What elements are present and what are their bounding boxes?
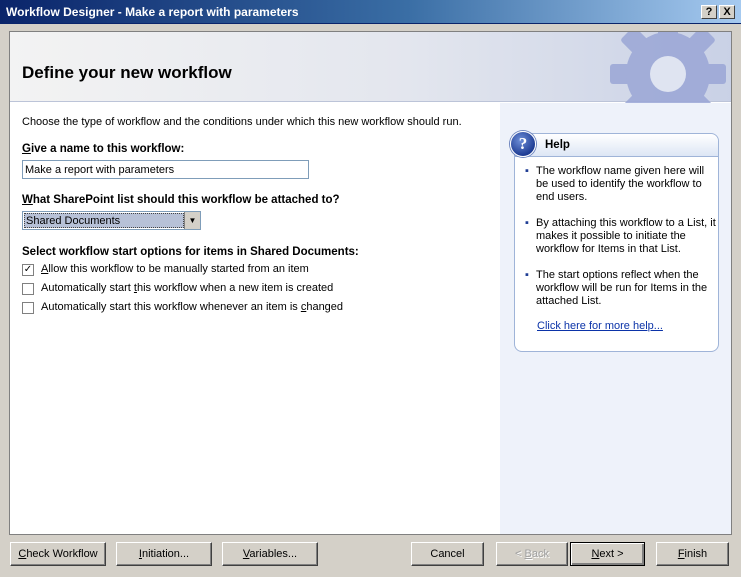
initiation-button[interactable]: Initiation...: [116, 542, 212, 566]
intro-text: Choose the type of workflow and the cond…: [22, 116, 462, 128]
wizard-panel: Define your new workflow Choose the type…: [9, 31, 732, 535]
page-title: Define your new workflow: [22, 63, 232, 82]
wizard-header: Define your new workflow: [10, 32, 731, 124]
help-panel: ? Help ▪ The workflow name given here wi…: [510, 131, 719, 352]
close-button[interactable]: X: [719, 5, 735, 19]
finish-button[interactable]: Finish: [656, 542, 729, 566]
window-title: Workflow Designer - Make a report with p…: [6, 5, 299, 19]
next-button[interactable]: Next >: [570, 542, 645, 566]
question-icon: ?: [510, 131, 536, 157]
list-label: What SharePoint list should this workflo…: [22, 194, 340, 206]
help-sidebar: ? Help ▪ The workflow name given here wi…: [500, 103, 731, 534]
create-start-checkbox[interactable]: [22, 283, 34, 295]
bullet-icon: ▪: [525, 269, 529, 281]
back-button[interactable]: < Back: [496, 542, 568, 566]
manual-start-label: Allow this workflow to be manually start…: [41, 263, 309, 275]
change-start-checkbox[interactable]: [22, 302, 34, 314]
title-bar[interactable]: Workflow Designer - Make a report with p…: [0, 0, 741, 24]
bullet-icon: ▪: [525, 217, 529, 229]
cancel-button[interactable]: Cancel: [411, 542, 484, 566]
check-workflow-button[interactable]: Check Workflow: [10, 542, 106, 566]
help-header: ? Help: [510, 131, 718, 157]
list-select[interactable]: Shared Documents ▼: [22, 211, 201, 230]
start-options-label: Select workflow start options for items …: [22, 246, 359, 258]
help-title-button[interactable]: ?: [701, 5, 717, 19]
form-area: Choose the type of workflow and the cond…: [10, 103, 500, 534]
manual-start-checkbox[interactable]: ✓: [22, 264, 34, 276]
create-start-label: Automatically start this workflow when a…: [41, 282, 334, 294]
change-start-label: Automatically start this workflow whenev…: [41, 301, 344, 313]
workflow-name-input[interactable]: [22, 160, 309, 179]
variables-button[interactable]: Variables...: [222, 542, 318, 566]
help-title: Help: [545, 139, 570, 151]
name-label: Give a name to this workflow:: [22, 143, 185, 155]
bullet-icon: ▪: [525, 165, 529, 177]
list-select-value: Shared Documents: [24, 213, 184, 228]
more-help-link[interactable]: Click here for more help...: [537, 320, 663, 332]
chevron-down-icon[interactable]: ▼: [184, 212, 200, 229]
